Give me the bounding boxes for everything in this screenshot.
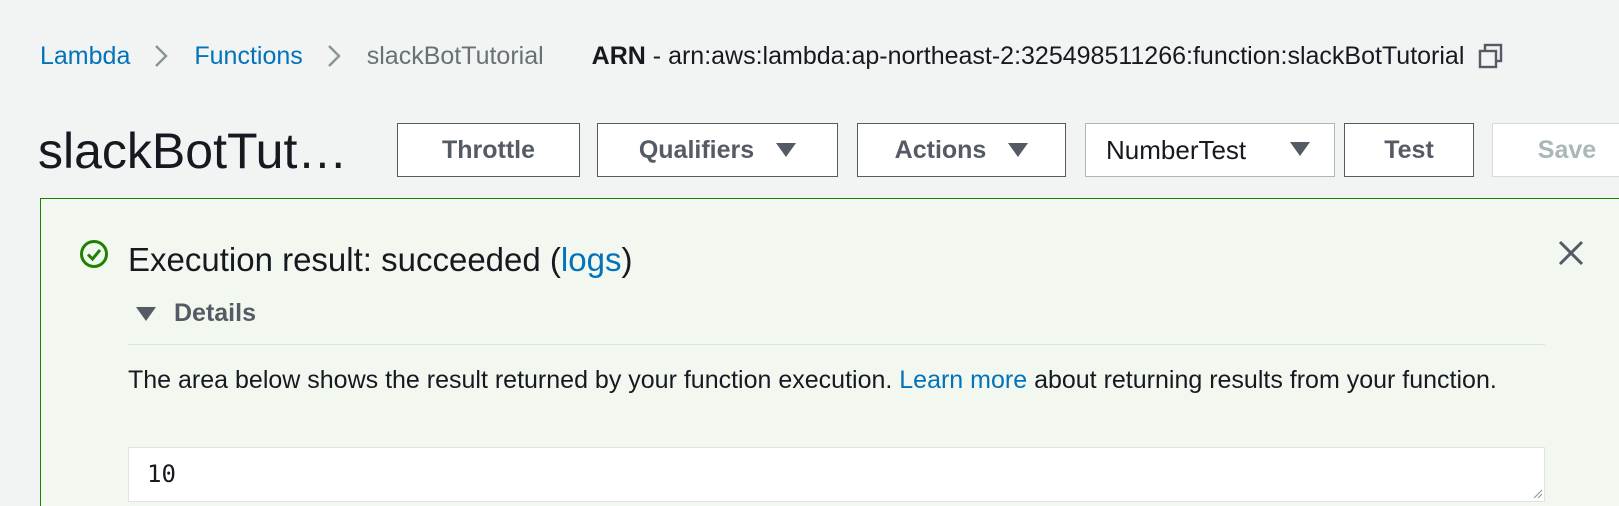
details-label: Details (174, 299, 256, 327)
actions-label: Actions (894, 135, 987, 164)
breadcrumb: Lambda Functions slackBotTutorial ARN - … (40, 36, 1504, 76)
caret-down-icon (1008, 142, 1029, 158)
execution-result-panel: Execution result: succeeded (logs) Detai… (40, 198, 1619, 506)
qualifiers-dropdown[interactable]: Qualifiers (597, 123, 838, 177)
save-button[interactable]: Save (1492, 123, 1619, 177)
close-icon[interactable] (1557, 239, 1585, 267)
test-button[interactable]: Test (1344, 123, 1474, 177)
caret-down-icon (1290, 141, 1310, 157)
check-circle-icon (79, 239, 109, 269)
page-title: slackBotTut… (38, 123, 348, 179)
actions-dropdown[interactable]: Actions (857, 123, 1066, 177)
caret-down-icon (776, 142, 797, 158)
resize-handle-icon[interactable] (1533, 489, 1543, 499)
result-output-textarea[interactable]: 10 (128, 447, 1545, 502)
qualifiers-label: Qualifiers (638, 135, 755, 164)
execution-result-heading: Execution result: succeeded (logs) (128, 235, 632, 285)
arn-value: arn:aws:lambda:ap-northeast-2:3254985112… (668, 41, 1465, 70)
function-arn: ARN - arn:aws:lambda:ap-northeast-2:3254… (592, 42, 1465, 71)
test-event-select[interactable]: NumberTest (1085, 123, 1335, 177)
details-divider (128, 344, 1545, 345)
test-event-selected-value: NumberTest (1106, 134, 1247, 165)
breadcrumb-lambda-link[interactable]: Lambda (40, 42, 130, 71)
triangle-down-icon (136, 306, 156, 322)
chevron-right-icon (154, 44, 169, 68)
breadcrumb-functions-link[interactable]: Functions (194, 42, 302, 71)
execution-result-text: Execution result: succeeded ( (128, 241, 561, 278)
lambda-function-page: Lambda Functions slackBotTutorial ARN - … (0, 0, 1619, 506)
result-description-text: The area below shows the result returned… (128, 366, 900, 394)
copy-icon[interactable] (1478, 43, 1504, 69)
chevron-right-icon (327, 44, 341, 68)
logs-link[interactable]: logs (561, 241, 622, 278)
arn-separator: - (645, 41, 669, 70)
arn-label: ARN (591, 41, 646, 70)
result-description-suffix: about returning results from your functi… (1027, 366, 1497, 394)
throttle-button[interactable]: Throttle (397, 123, 580, 177)
result-description: The area below shows the result returned… (128, 362, 1548, 399)
details-toggle[interactable]: Details (136, 299, 256, 328)
breadcrumb-current-function: slackBotTutorial (366, 41, 544, 70)
learn-more-link[interactable]: Learn more (899, 366, 1027, 394)
execution-result-suffix: ) (621, 241, 633, 278)
